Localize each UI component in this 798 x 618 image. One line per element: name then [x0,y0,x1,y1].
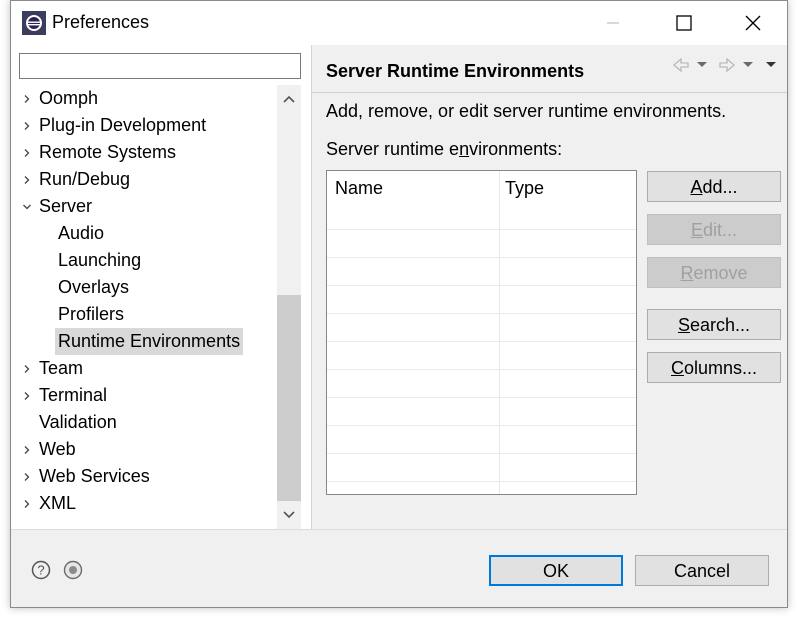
edit-label: dit... [703,220,738,240]
preferences-window: Preferences Oomph Plug-in Development Remo… [10,0,788,608]
column-separator[interactable] [499,171,500,494]
tree-item-label: Profilers [58,304,125,324]
columns-mnemonic: C [670,358,684,378]
filter-input[interactable] [19,53,301,79]
table-row-divider [327,257,636,258]
columns-button[interactable]: Columns... [647,352,781,383]
edit-mnemonic: E [690,220,703,240]
tree-item-label: Run/Debug [39,169,131,189]
tree-item-label: Team [39,358,84,378]
tree-item-label: Remote Systems [39,142,177,162]
tree-item-label: Oomph [39,88,99,108]
forward-arrow-icon[interactable] [719,57,735,73]
tree-item-label: Launching [58,250,142,270]
table-row-divider [327,397,636,398]
chevron-right-icon[interactable] [22,445,32,455]
column-header-type[interactable]: Type [505,171,544,205]
remove-button[interactable]: Remove [647,257,781,288]
minimize-icon[interactable] [588,1,636,45]
tree-item-label: Terminal [39,385,108,405]
page-title: Server Runtime Environments [326,61,585,81]
caption-text-start: Server runtime e [326,139,460,159]
preferences-tree: Oomph Plug-in Development Remote Systems Ru… [11,85,275,525]
table-row-divider [327,425,636,426]
close-icon[interactable] [729,1,777,45]
search-label: earch... [689,315,751,335]
remove-mnemonic: R [680,263,694,283]
tree-vertical-scrollbar[interactable] [277,85,301,529]
eclipse-app-icon [22,11,46,35]
page-description: Add, remove, or edit server runtime envi… [326,101,727,121]
tree-item-label: Web Services [39,466,150,486]
scroll-down-icon[interactable] [277,505,301,525]
table-row-divider [327,341,636,342]
chevron-down-icon[interactable] [22,202,32,212]
cancel-button[interactable]: Cancel [635,555,769,586]
scrollbar-thumb[interactable] [277,295,301,501]
add-label: dd... [702,177,738,197]
add-button[interactable]: Add... [647,171,781,202]
table-row-divider [327,285,636,286]
window-title: Preferences [52,12,150,32]
back-arrow-icon[interactable] [673,57,689,73]
chevron-right-icon[interactable] [22,391,32,401]
tree-item-label: Web [39,439,76,459]
column-header-name[interactable]: Name [335,171,383,205]
chevron-right-icon[interactable] [22,175,32,185]
help-icon[interactable]: ? [31,560,51,580]
forward-history-dropdown-icon[interactable] [743,62,753,67]
runtime-environments-table[interactable]: Name Type [326,170,637,495]
preference-page: Server Runtime Environments Add, remove,… [312,45,787,529]
chevron-right-icon[interactable] [22,364,32,374]
caption-mnemonic: n [459,139,470,159]
tree-item-label: Runtime Environments [55,328,244,355]
chevron-right-icon[interactable] [22,121,32,131]
tree-item-label: Server [39,196,93,216]
edit-button[interactable]: Edit... [647,214,781,245]
ok-button[interactable]: OK [489,555,623,586]
runtimes-table-caption: Server runtime environments: [326,139,562,160]
chevron-right-icon[interactable] [22,148,32,158]
table-row-divider [327,229,636,230]
scroll-up-icon[interactable] [277,89,301,109]
remove-label: emove [693,263,748,283]
back-history-dropdown-icon[interactable] [697,62,707,67]
title-bar[interactable]: Preferences [11,1,787,45]
table-row-divider [327,481,636,482]
preferences-navigation-panel: Oomph Plug-in Development Remote Systems Ru… [11,45,311,529]
page-header: Server Runtime Environments [312,45,787,93]
table-row-divider [327,453,636,454]
search-button[interactable]: Search... [647,309,781,340]
tree-item-label: Audio [58,223,105,243]
columns-label: olumns... [683,358,758,378]
maximize-icon[interactable] [659,1,707,45]
chevron-right-icon[interactable] [22,472,32,482]
tree-item-label: XML [39,493,77,513]
tree-item-label: Plug-in Development [39,115,207,135]
table-row-divider [327,369,636,370]
table-row-divider [327,313,636,314]
page-navigation [673,57,776,73]
chevron-right-icon[interactable] [22,94,32,104]
view-menu-dropdown-icon[interactable] [766,62,776,67]
dialog-footer: ? OK Cancel [11,529,787,607]
tree-item-label: Overlays [58,277,130,297]
caption-text-end: vironments: [469,139,563,159]
chevron-right-icon[interactable] [22,499,32,509]
search-mnemonic: S [677,315,690,335]
tree-item-label: Validation [39,412,117,432]
add-mnemonic: A [690,177,703,197]
import-export-icon[interactable] [63,560,83,580]
svg-text:?: ? [37,563,44,578]
